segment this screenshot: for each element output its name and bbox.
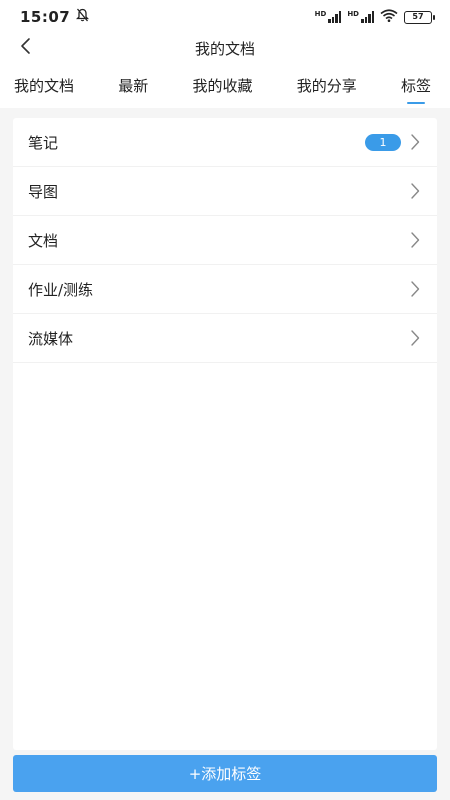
tab-my-favorites[interactable]: 我的收藏 bbox=[192, 69, 252, 102]
status-bar: 15:07 HD HD 57 bbox=[0, 0, 450, 34]
tag-list: 笔记 1 导图 文档 作业/测练 流媒体 bbox=[13, 118, 437, 750]
count-badge: 1 bbox=[365, 133, 401, 151]
chevron-right-icon bbox=[409, 133, 421, 151]
status-time: 15:07 bbox=[20, 8, 71, 26]
wifi-icon bbox=[380, 8, 398, 26]
list-item-documents[interactable]: 文档 bbox=[13, 216, 437, 265]
list-item-label: 流媒体 bbox=[28, 329, 74, 348]
list-item-right: 1 bbox=[365, 133, 421, 151]
chevron-right-icon bbox=[409, 329, 421, 347]
tab-my-documents[interactable]: 我的文档 bbox=[14, 69, 74, 102]
tab-tags[interactable]: 标签 bbox=[401, 69, 431, 104]
list-item-mindmap[interactable]: 导图 bbox=[13, 167, 437, 216]
list-item-label: 文档 bbox=[28, 231, 59, 250]
list-item-homework[interactable]: 作业/测练 bbox=[13, 265, 437, 314]
tab-bar: 我的文档 最新 我的收藏 我的分享 标签 bbox=[0, 62, 450, 108]
chevron-left-icon bbox=[20, 37, 32, 59]
list-item-label: 笔记 bbox=[28, 133, 59, 152]
network-label: HD bbox=[314, 10, 327, 18]
list-item-streaming-media[interactable]: 流媒体 bbox=[13, 314, 437, 363]
chevron-right-icon bbox=[409, 231, 421, 249]
add-tag-button[interactable]: +添加标签 bbox=[13, 755, 437, 792]
chevron-right-icon bbox=[409, 280, 421, 298]
page-title: 我的文档 bbox=[194, 39, 255, 58]
battery-icon: 57 bbox=[404, 10, 435, 24]
tab-my-shares[interactable]: 我的分享 bbox=[297, 69, 357, 102]
list-item-label: 作业/测练 bbox=[28, 280, 94, 299]
list-item-notes[interactable]: 笔记 1 bbox=[13, 118, 437, 167]
signal-icon: HD bbox=[347, 11, 374, 23]
list-item-right bbox=[409, 182, 421, 200]
network-label: HD bbox=[347, 10, 359, 18]
list-item-label: 导图 bbox=[28, 182, 59, 201]
status-left: 15:07 bbox=[20, 8, 90, 26]
battery-level: 57 bbox=[412, 12, 424, 21]
signal-icon: HD bbox=[315, 11, 342, 23]
list-item-right bbox=[409, 329, 421, 347]
list-item-right bbox=[409, 280, 421, 298]
back-button[interactable] bbox=[14, 36, 38, 60]
status-right: HD HD 57 bbox=[315, 8, 435, 26]
bell-off-icon bbox=[76, 8, 90, 26]
tab-latest[interactable]: 最新 bbox=[118, 69, 148, 102]
chevron-right-icon bbox=[409, 182, 421, 200]
list-item-right bbox=[409, 231, 421, 249]
app-header: 我的文档 bbox=[0, 34, 450, 62]
